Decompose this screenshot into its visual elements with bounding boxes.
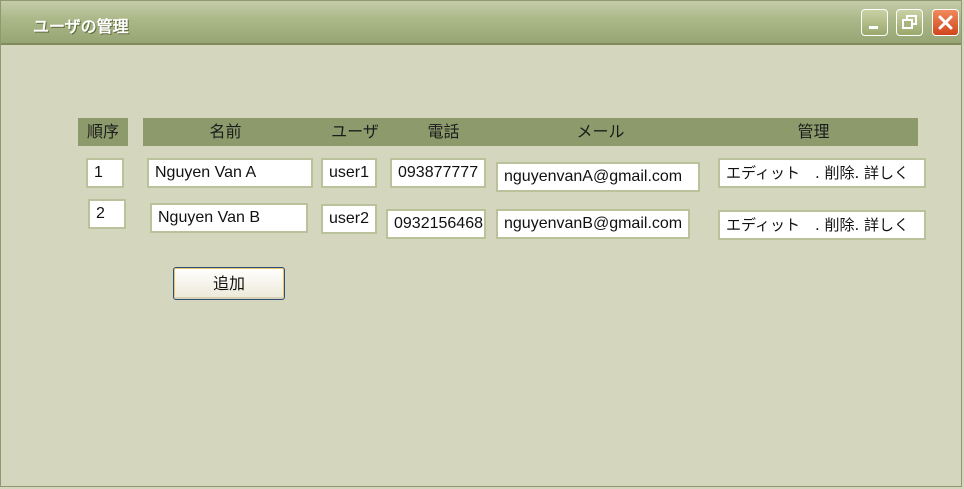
row2-phone-field[interactable]: 0932156468 [386, 209, 486, 239]
restore-button[interactable] [896, 9, 923, 36]
header-user: ユーザ [331, 122, 379, 141]
row2-user-field[interactable]: user2 [321, 204, 377, 234]
minimize-button[interactable] [861, 9, 888, 36]
row2-actions-field[interactable]: エディット . 削除. 詳しく [718, 210, 926, 240]
row2-seq-field[interactable]: 2 [88, 199, 126, 229]
header-name: 名前 [209, 122, 242, 141]
header-seq: 順序 [78, 118, 128, 146]
close-button[interactable] [932, 9, 959, 36]
row1-user-field[interactable]: user1 [321, 158, 377, 188]
header-mail: メール [576, 122, 625, 141]
header-bar: 名前 ユーザ 電話 メール 管理 [143, 118, 918, 146]
user-management-window: ユーザの管理 順序 名前 ユーザ 電話 メール 管理 1 Nguyen Van … [0, 0, 962, 487]
title-bar[interactable]: ユーザの管理 [1, 1, 961, 45]
row2-name-field[interactable]: Nguyen Van B [150, 203, 308, 233]
minimize-icon [869, 26, 878, 29]
row1-name-field[interactable]: Nguyen Van A [147, 158, 313, 188]
row1-actions-field[interactable]: エディット . 削除. 詳しく [718, 158, 926, 188]
row1-phone-field[interactable]: 093877777 [390, 158, 486, 188]
window-title: ユーザの管理 [33, 17, 129, 36]
row2-mail-field[interactable]: nguyenvanB@gmail.com [496, 209, 690, 239]
add-button[interactable]: 追加 [173, 267, 285, 300]
restore-icon [902, 15, 917, 29]
header-phone: 電話 [427, 122, 460, 141]
close-icon [938, 15, 953, 30]
row1-seq-field[interactable]: 1 [86, 158, 124, 188]
header-manage: 管理 [797, 122, 830, 141]
row1-mail-field[interactable]: nguyenvanA@gmail.com [496, 162, 700, 192]
